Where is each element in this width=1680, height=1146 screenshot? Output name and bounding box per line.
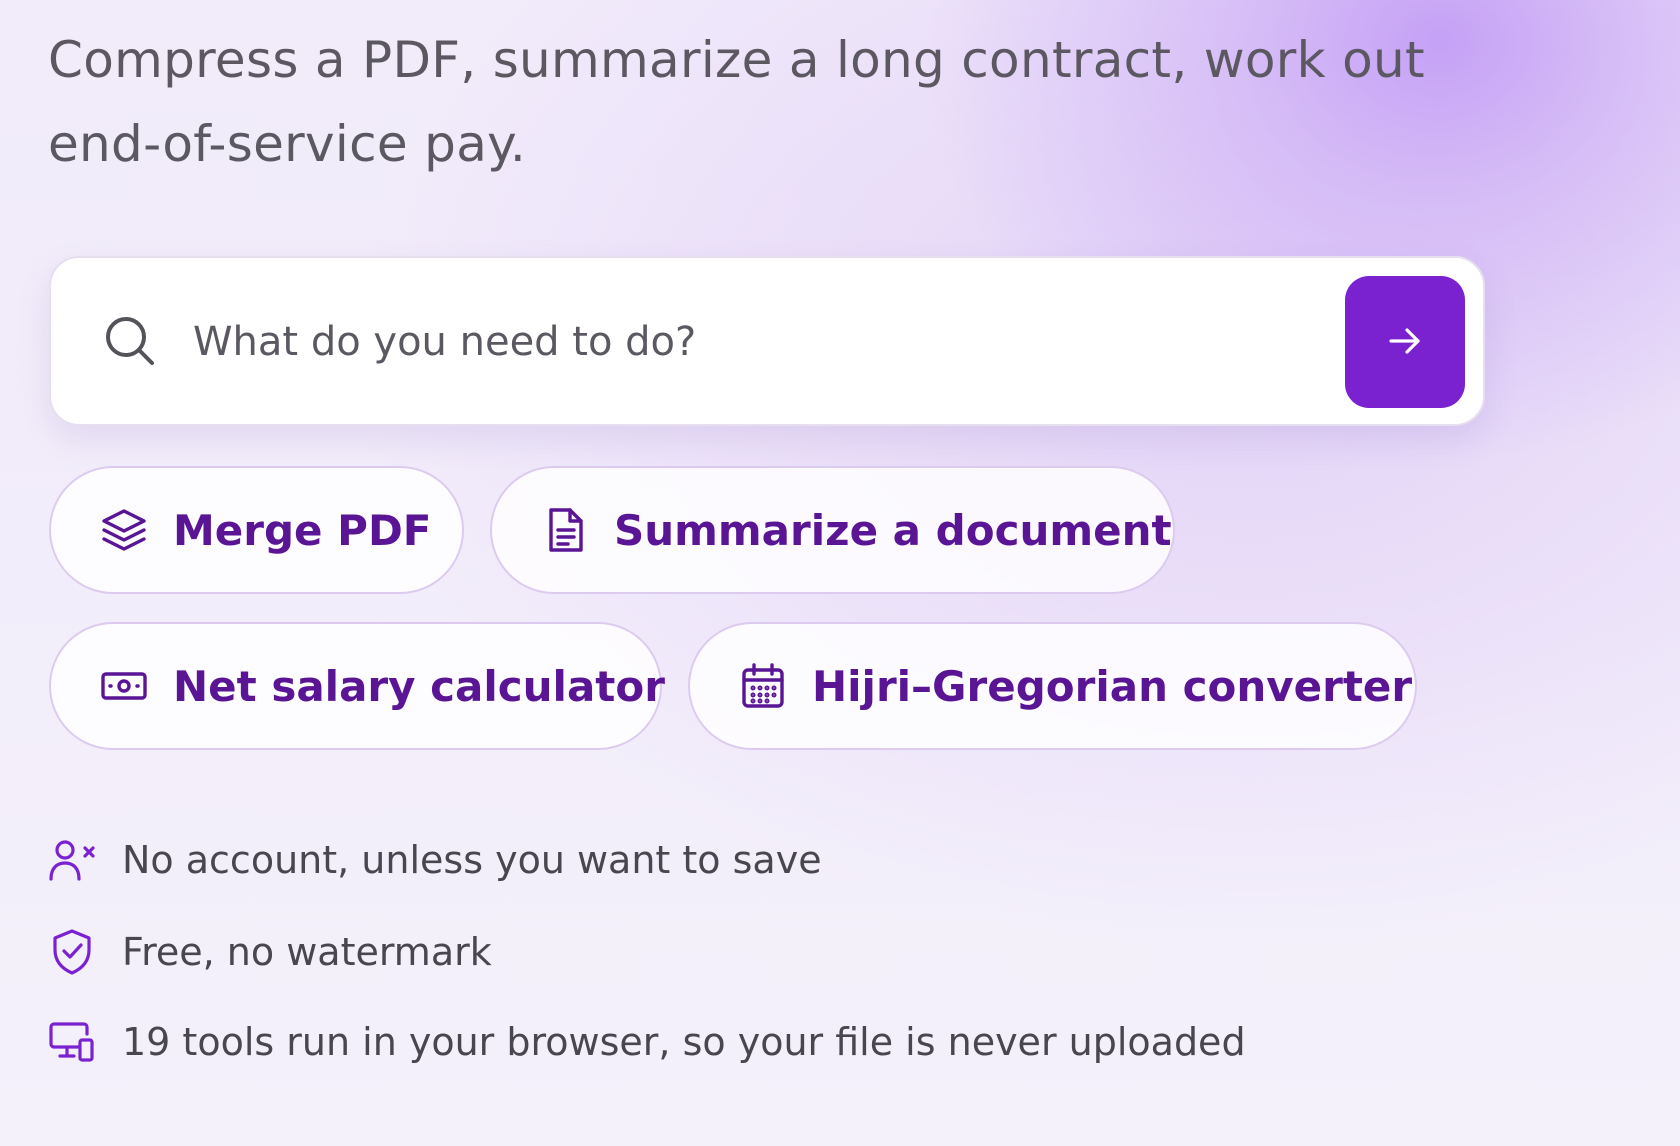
calendar-icon (738, 661, 788, 711)
feature-browser-tools: 19 tools run in your browser, so your fi… (48, 1012, 1246, 1072)
feature-label: 19 tools run in your browser, so your fi… (122, 1020, 1246, 1064)
banknote-icon (99, 661, 149, 711)
quick-action-label: Hijri–Gregorian converter (812, 661, 1413, 711)
hero-headline: Compress a PDF, summarize a long contrac… (48, 31, 1425, 173)
search-box (49, 256, 1485, 426)
feature-label: Free, no watermark (122, 930, 492, 974)
feature-label: No account, unless you want to save (122, 838, 822, 882)
feature-free-no-watermark: Free, no watermark (48, 922, 492, 982)
layers-icon (99, 505, 149, 555)
quick-action-merge-pdf[interactable]: Merge PDF (49, 466, 464, 594)
shield-check-icon (48, 928, 96, 976)
quick-action-label: Summarize a document (614, 505, 1172, 555)
search-submit-button[interactable] (1345, 276, 1465, 408)
arrow-right-icon (1385, 321, 1425, 364)
search-icon (103, 314, 157, 368)
feature-no-account: No account, unless you want to save (48, 830, 822, 890)
quick-action-summarize-document[interactable]: Summarize a document (490, 466, 1175, 594)
quick-action-label: Net salary calculator (173, 661, 665, 711)
quick-action-label: Merge PDF (173, 505, 432, 555)
user-x-icon (48, 836, 96, 884)
search-input[interactable] (191, 298, 1345, 386)
quick-action-hijri-gregorian-converter[interactable]: Hijri–Gregorian converter (688, 622, 1417, 750)
quick-action-net-salary-calculator[interactable]: Net salary calculator (49, 622, 665, 750)
document-icon (540, 505, 590, 555)
devices-icon (48, 1018, 96, 1066)
